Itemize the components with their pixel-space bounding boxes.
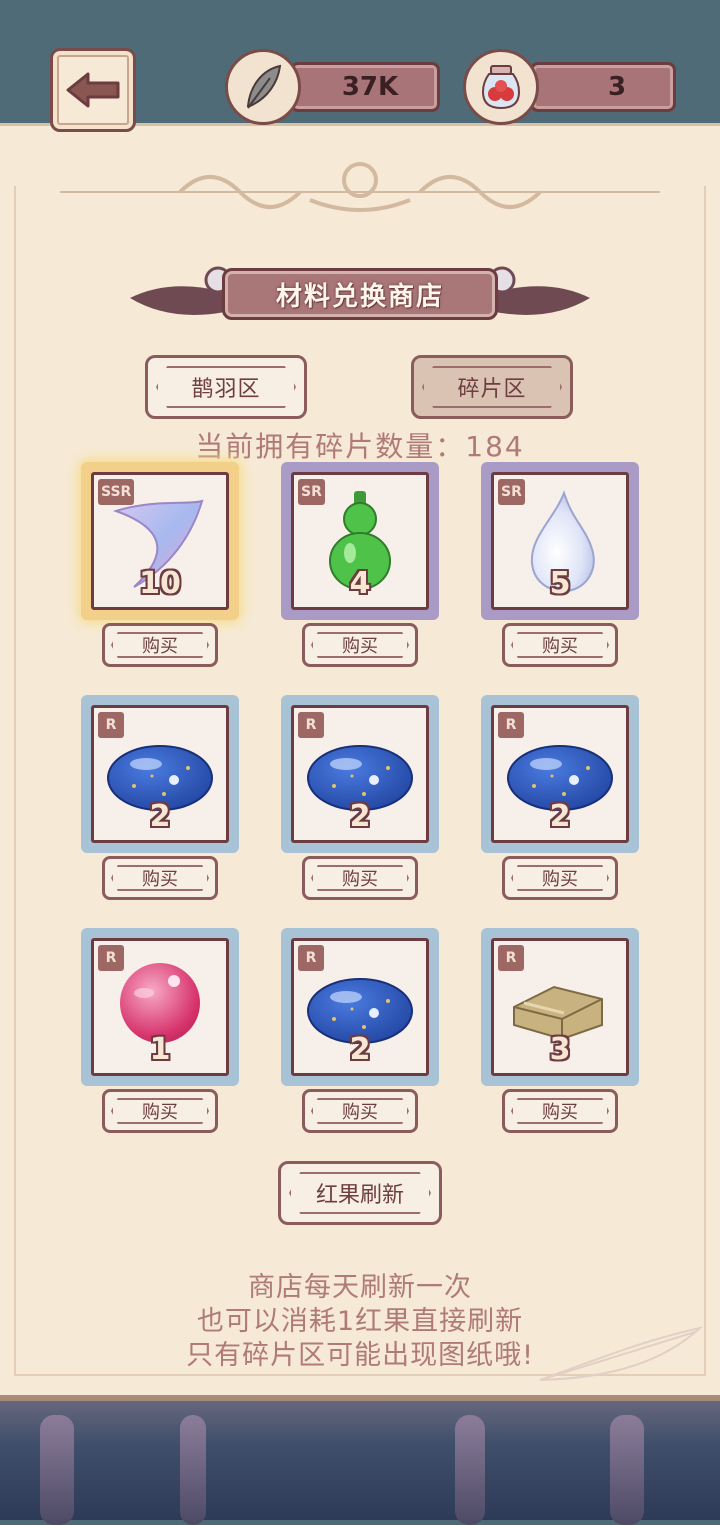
berry-refresh-label: 红果刷新 [315,1183,404,1208]
feather-counter: 37K [290,62,440,112]
feather-amount: 37K [341,72,399,102]
bottom-scenery [0,1395,720,1525]
red-berry-jar-icon [463,49,539,125]
item-quantity: 4 [349,566,371,601]
item-card[interactable]: SSR 10 [81,462,239,620]
buy-button[interactable]: 购买 [302,856,418,900]
buy-button-label: 购买 [542,869,578,890]
item-card[interactable]: R2 [81,695,239,853]
rarity-badge: R [98,945,124,971]
item-quantity: 10 [139,566,181,601]
item-slot: R1 [91,938,229,1076]
buy-button-label: 购买 [342,1102,378,1123]
rarity-badge: R [98,712,124,738]
buy-button[interactable]: 购买 [302,623,418,667]
item-quantity: 1 [149,1032,171,1067]
berry-counter: 3 [530,62,676,112]
buy-button-label: 购买 [342,869,378,890]
tab-fragment-zone-label: 碎片区 [457,377,527,402]
feather-currency-icon [225,49,301,125]
item-quantity: 2 [349,1032,371,1067]
ornament-divider [60,162,660,212]
item-card[interactable]: SR 5 [481,462,639,620]
item-slot: SR 5 [491,472,629,610]
feather-decoration-icon [539,1326,704,1381]
berry-amount: 3 [607,72,627,102]
buy-button[interactable]: 购买 [502,623,618,667]
item-slot: SSR 10 [91,472,229,610]
tab-feather-zone[interactable]: 鹊羽区 [145,355,307,419]
arrow-left-icon [66,72,120,108]
item-card[interactable]: R3 [481,928,639,1086]
tab-feather-zone-label: 鹊羽区 [191,377,261,402]
back-button[interactable] [50,48,136,132]
buy-button[interactable]: 购买 [502,1089,618,1133]
tab-fragment-zone[interactable]: 碎片区 [411,355,573,419]
item-slot: R2 [291,705,429,843]
buy-button[interactable]: 购买 [102,1089,218,1133]
item-slot: SR 4 [291,472,429,610]
item-quantity: 2 [349,799,371,834]
rarity-badge: SR [498,479,525,505]
rarity-badge: SR [298,479,325,505]
buy-button-label: 购买 [142,1102,178,1123]
rarity-badge: R [498,712,524,738]
shop-title: 材料兑换商店 [222,268,498,320]
item-quantity: 2 [549,799,571,834]
item-slot: R2 [91,705,229,843]
buy-button[interactable]: 购买 [102,623,218,667]
buy-button[interactable]: 购买 [102,856,218,900]
buy-button-label: 购买 [542,1102,578,1123]
item-quantity: 3 [549,1032,571,1067]
item-card[interactable]: R2 [481,695,639,853]
buy-button-label: 购买 [342,636,378,657]
item-slot: R2 [291,938,429,1076]
rarity-badge: R [298,945,324,971]
item-card[interactable]: R2 [281,695,439,853]
buy-button[interactable]: 购买 [302,1089,418,1133]
rarity-badge: SSR [98,479,135,505]
buy-button-label: 购买 [142,636,178,657]
rarity-badge: R [298,712,324,738]
rarity-badge: R [498,945,524,971]
fragment-count: 当前拥有碎片数量：184 [195,430,525,463]
buy-button-label: 购买 [142,869,178,890]
item-slot: R2 [491,705,629,843]
item-card[interactable]: R1 [81,928,239,1086]
berry-refresh-button[interactable]: 红果刷新 [278,1161,442,1225]
buy-button[interactable]: 购买 [502,856,618,900]
item-card[interactable]: SR 4 [281,462,439,620]
item-quantity: 5 [549,566,571,601]
item-quantity: 2 [149,799,171,834]
item-card[interactable]: R2 [281,928,439,1086]
item-slot: R3 [491,938,629,1076]
buy-button-label: 购买 [542,636,578,657]
